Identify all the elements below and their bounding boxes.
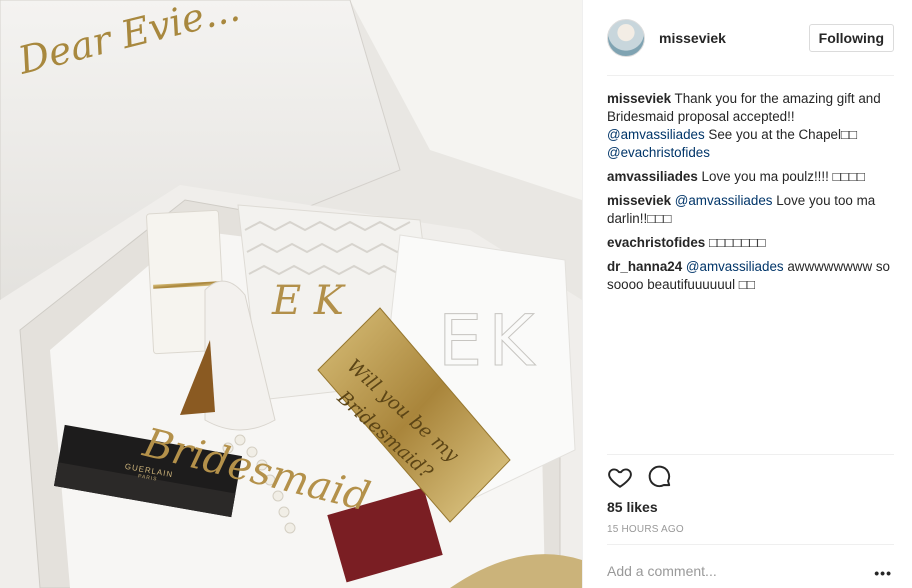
robe-monogram: EK: [437, 300, 541, 383]
towel-monogram: E K: [272, 278, 344, 324]
comment-mention[interactable]: @amvassiliades: [607, 127, 705, 142]
comment-text: Love you ma poulz!!!! □□□□: [697, 169, 865, 184]
comments-list: misseviek Thank you for the amazing gift…: [607, 90, 892, 300]
comment-username[interactable]: misseviek: [607, 193, 671, 208]
comment-mention[interactable]: @amvassiliades: [675, 193, 773, 208]
header-username[interactable]: misseviek: [659, 30, 726, 46]
comment-text: See you at the Chapel□□: [704, 127, 858, 142]
following-button[interactable]: Following: [808, 24, 894, 52]
comment-item: misseviek Thank you for the amazing gift…: [607, 90, 892, 162]
post-photo[interactable]: Dear Evie... E K EK Will you be my Bride…: [0, 0, 582, 588]
likes-count[interactable]: 85 likes: [607, 499, 658, 515]
actions-divider: [607, 454, 894, 455]
comment-item: amvassiliades Love you ma poulz!!!! □□□□: [607, 168, 892, 186]
post-timestamp: 15 HOURS AGO: [607, 524, 684, 535]
comment-text: □□□□□□□: [705, 235, 766, 250]
comment-username[interactable]: misseviek: [607, 91, 671, 106]
comment-bubble-icon[interactable]: [647, 464, 673, 490]
add-comment-input[interactable]: [607, 563, 857, 579]
comment-mention[interactable]: @evachristofides: [607, 145, 710, 160]
action-bar: [607, 464, 673, 490]
comment-item: misseviek @amvassiliades Love you too ma…: [607, 192, 892, 228]
comment-mention[interactable]: @amvassiliades: [686, 259, 784, 274]
more-options-icon[interactable]: •••: [874, 565, 892, 581]
header-divider: [607, 75, 894, 76]
comment-username[interactable]: evachristofides: [607, 235, 705, 250]
comment-username[interactable]: amvassiliades: [607, 169, 698, 184]
comment-item: evachristofides □□□□□□□: [607, 234, 892, 252]
post-side-panel: misseviek Following misseviek Thank you …: [582, 0, 912, 588]
avatar[interactable]: [607, 19, 645, 57]
comment-item: dr_hanna24 @amvassiliades awwwwwwww so s…: [607, 258, 892, 294]
post-header: misseviek Following: [607, 18, 894, 58]
comment-username[interactable]: dr_hanna24: [607, 259, 682, 274]
comment-divider: [607, 544, 894, 545]
heart-icon[interactable]: [607, 464, 633, 490]
